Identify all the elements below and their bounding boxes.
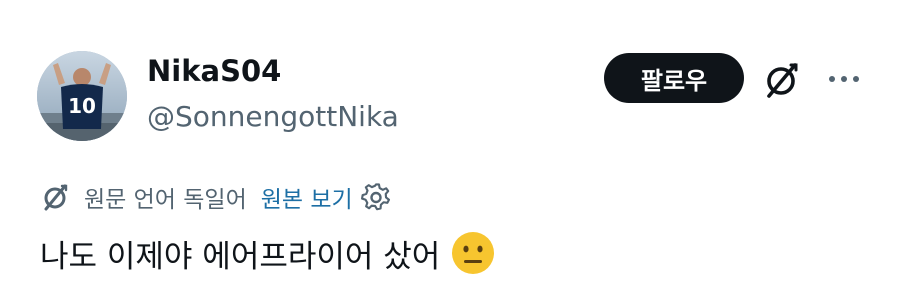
show-original-link[interactable]: 원본 보기 — [261, 180, 353, 214]
more-options-button[interactable] — [824, 64, 864, 94]
user-handle[interactable]: @SonnengottNika — [147, 98, 399, 136]
tweet-text: 나도 이제야 에어프라이어 샀어 — [40, 228, 496, 278]
gear-icon[interactable] — [360, 182, 391, 212]
grok-slash-icon — [44, 184, 68, 211]
neutral-face-emoji — [452, 232, 495, 274]
translated-from-note: 원문 언어 독일어 — [84, 187, 247, 213]
tweet-body: 나도 이제야 에어프라이어 샀어 — [40, 238, 441, 275]
display-name[interactable]: NikaS04 — [147, 52, 399, 90]
grok-slash-icon — [767, 63, 798, 98]
translation-bar: 원문 언어 독일어 원본 보기 — [40, 179, 391, 215]
avatar-jersey-number: 10 — [68, 94, 96, 118]
avatar[interactable]: 10 — [37, 51, 127, 141]
author-info: NikaS04 @SonnengottNika — [147, 52, 399, 136]
avatar-image: 10 — [37, 51, 127, 141]
follow-button[interactable]: 팔로우 — [604, 53, 744, 103]
grok-button[interactable] — [760, 58, 804, 102]
more-horizontal-icon — [829, 76, 859, 82]
